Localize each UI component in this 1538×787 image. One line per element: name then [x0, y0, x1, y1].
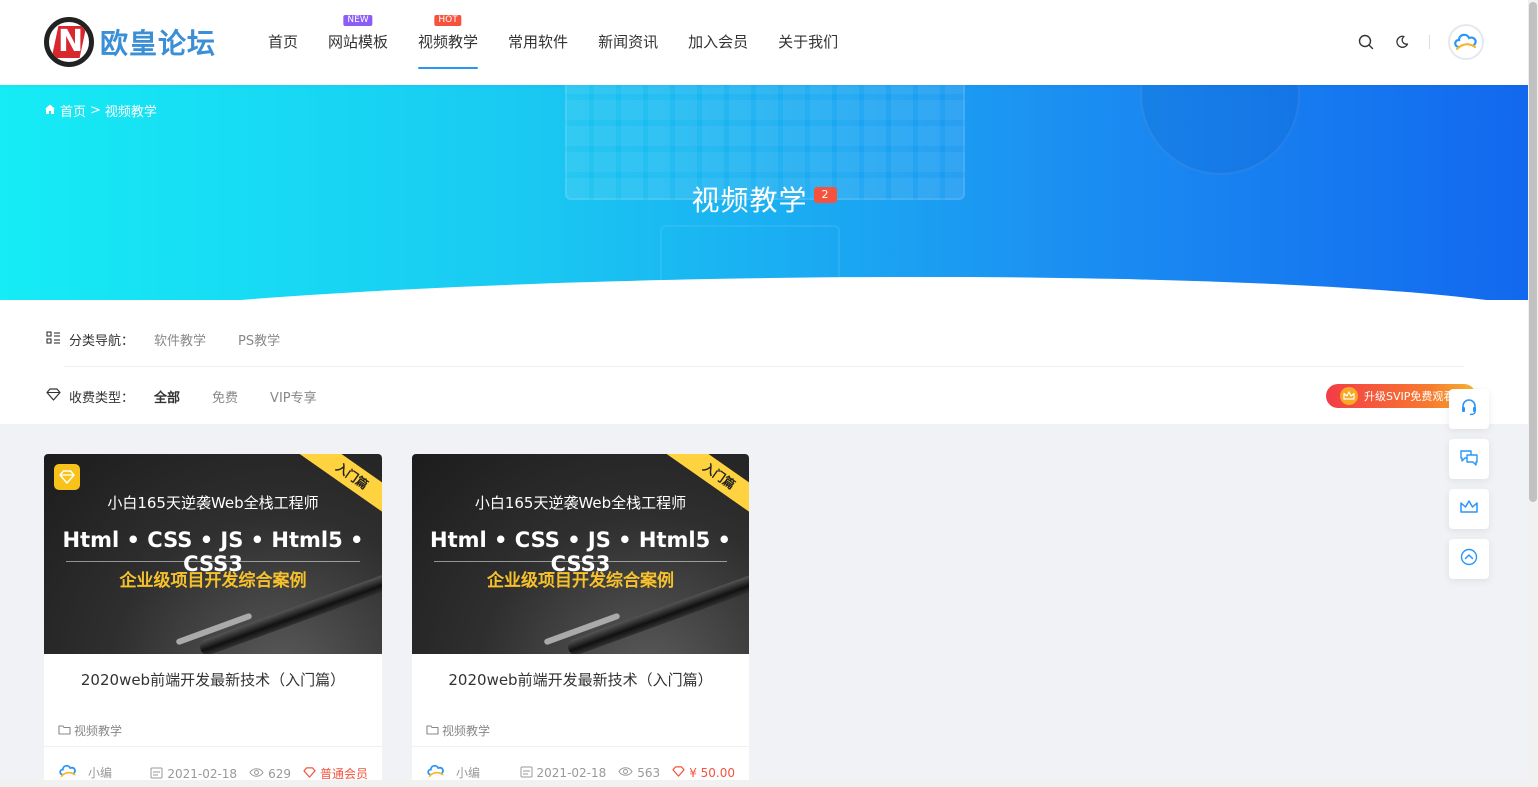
post-price: ¥ 50.00 [672, 766, 735, 780]
category-banner: 首页 > 视频教学 视频教学 2 [0, 85, 1528, 300]
vertical-scrollbar-thumb[interactable] [1529, 2, 1537, 502]
horizontal-scrollbar[interactable] [0, 780, 1528, 787]
author-name: 小编 [456, 766, 481, 780]
nav-label: 新闻资讯 [598, 33, 659, 51]
vip-button[interactable] [1449, 489, 1489, 529]
eye-icon [249, 767, 264, 781]
filter-vip[interactable]: VIP专享 [270, 387, 317, 406]
filter-panel: 分类导航： 软件教学 PS教学 收费类型： 全部 免费 VIP专享 升级SVIP… [0, 300, 1528, 424]
post-category-label: 视频教学 [74, 724, 123, 738]
category-filter-label-text: 分类导航： [69, 334, 135, 349]
category-software-tutorial[interactable]: 软件教学 [154, 330, 206, 349]
main-nav: 首页 NEW 网站模板 HOT 视频教学 常用软件 新闻资讯 加入会员 关于我们 [253, 0, 853, 85]
headset-icon [1460, 398, 1478, 420]
eye-icon [618, 766, 633, 780]
divider [1429, 35, 1430, 49]
filter-all[interactable]: 全部 [154, 387, 180, 406]
site-header: 欧皇论坛 首页 NEW 网站模板 HOT 视频教学 常用软件 新闻资讯 加入会员… [0, 0, 1528, 85]
breadcrumb-current[interactable]: 视频教学 [105, 101, 157, 120]
post-category[interactable]: 视频教学 [426, 722, 490, 739]
post-card[interactable]: 入门篇 小白165天逆袭Web全栈工程师 Html • CSS • JS • H… [412, 454, 749, 787]
price-diamond-icon [672, 766, 685, 780]
search-icon[interactable] [1357, 33, 1375, 51]
moon-icon[interactable] [1393, 33, 1411, 51]
post-thumbnail[interactable]: 入门篇 小白165天逆袭Web全栈工程师 Html • CSS • JS • H… [412, 454, 749, 654]
thumb-subtitle: 小白165天逆袭Web全栈工程师 [107, 494, 319, 512]
customer-service-button[interactable] [1449, 389, 1489, 429]
category-filter-row: 分类导航： 软件教学 PS教学 [46, 330, 312, 349]
post-category[interactable]: 视频教学 [58, 722, 122, 739]
nav-item-membership[interactable]: 加入会员 [673, 0, 763, 85]
filter-free[interactable]: 免费 [212, 387, 238, 406]
post-stats: 2021-02-18 563 ¥ 50.00 [520, 765, 735, 781]
crown-icon [1459, 499, 1479, 519]
nav-item-video-tutorials[interactable]: HOT 视频教学 [403, 0, 493, 85]
post-date: 2021-02-18 [536, 766, 607, 780]
nav-label: 视频教学 [418, 33, 479, 51]
nav-item-software[interactable]: 常用软件 [493, 0, 583, 85]
page-title-text: 视频教学 [691, 184, 808, 217]
breadcrumb-separator: > [90, 103, 101, 118]
category-filter-label: 分类导航： [46, 330, 134, 349]
post-views: 629 [268, 766, 291, 781]
post-price-label: ¥ 50.00 [689, 766, 735, 780]
folder-icon [426, 724, 439, 738]
post-category-label: 视频教学 [442, 724, 491, 738]
thumb-tagline: 企业级项目开发综合案例 [487, 571, 674, 591]
price-type-filter-row: 收费类型： 全部 免费 VIP专享 [46, 387, 349, 406]
price-type-filter-label-text: 收费类型： [69, 391, 135, 406]
breadcrumb-home-link[interactable]: 首页 [60, 101, 86, 120]
back-to-top-button[interactable] [1449, 539, 1489, 579]
author-name: 小编 [88, 766, 113, 780]
nav-label: 关于我们 [778, 33, 839, 51]
vip-diamond-icon [54, 464, 80, 490]
diamond-icon [46, 388, 61, 405]
back-to-top-icon [1460, 548, 1478, 570]
thumb-subtitle: 小白165天逆袭Web全栈工程师 [474, 494, 687, 512]
thumb-divider [434, 561, 727, 562]
nav-item-news[interactable]: 新闻资讯 [583, 0, 673, 85]
calendar-icon [520, 765, 533, 781]
site-logo[interactable]: 欧皇论坛 [44, 16, 216, 68]
thumb-divider [66, 561, 360, 562]
nav-label: 常用软件 [508, 33, 569, 51]
nav-item-templates[interactable]: NEW 网站模板 [313, 0, 403, 85]
post-title[interactable]: 2020web前端开发最新技术（入门篇） [412, 669, 749, 690]
nav-label: 网站模板 [328, 33, 389, 51]
upgrade-svip-label: 升级SVIP免费观看 [1364, 390, 1455, 403]
logo-mark-icon [44, 17, 94, 67]
folder-icon [58, 724, 71, 738]
thumb-tagline: 企业级项目开发综合案例 [119, 571, 307, 591]
logo-text: 欧皇论坛 [100, 27, 217, 60]
filter-divider [64, 366, 1464, 367]
category-list-icon [46, 330, 61, 349]
nav-label: 加入会员 [688, 33, 749, 51]
price-type-filter-label: 收费类型： [46, 387, 134, 406]
price-diamond-icon [303, 766, 316, 781]
post-views: 563 [637, 766, 661, 780]
chat-icon [1459, 448, 1479, 470]
hot-badge: HOT [434, 15, 462, 26]
category-ps-tutorial[interactable]: PS教学 [238, 330, 280, 349]
nav-item-home[interactable]: 首页 [253, 0, 313, 85]
chat-button[interactable] [1449, 439, 1489, 479]
home-icon [44, 103, 56, 119]
page-title: 视频教学 2 [0, 179, 1528, 219]
post-thumbnail[interactable]: 入门篇 小白165天逆袭Web全栈工程师 Html • CSS • JS • H… [44, 454, 382, 654]
post-date: 2021-02-18 [167, 766, 238, 781]
user-avatar[interactable] [1448, 24, 1484, 60]
crown-icon [1340, 387, 1358, 405]
nav-item-about[interactable]: 关于我们 [763, 0, 853, 85]
post-card[interactable]: 入门篇 小白165天逆袭Web全栈工程师 Html • CSS • JS • H… [44, 454, 382, 787]
post-count-badge: 2 [813, 187, 837, 203]
nav-label: 首页 [268, 33, 299, 51]
new-badge: NEW [343, 15, 373, 26]
header-tools [1357, 24, 1484, 60]
post-title[interactable]: 2020web前端开发最新技术（入门篇） [44, 669, 382, 690]
banner-cup-decoration [1140, 85, 1300, 175]
breadcrumb: 首页 > 视频教学 [44, 101, 157, 120]
